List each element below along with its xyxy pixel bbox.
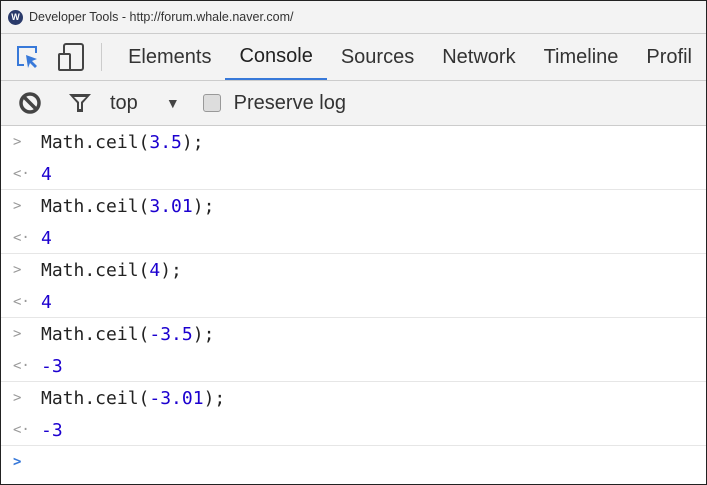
result-line: <· 4	[1, 158, 706, 190]
tab-bar: Elements Console Sources Network Timelin…	[1, 34, 706, 81]
result-value: 4	[41, 163, 52, 185]
console-prompt[interactable]: >	[1, 446, 706, 478]
tab-sources[interactable]: Sources	[327, 34, 428, 80]
input-line: > Math.ceil(3.01);	[1, 190, 706, 222]
tab-network[interactable]: Network	[428, 34, 529, 80]
result-value: -3	[41, 355, 63, 377]
title-bar: W Developer Tools - http://forum.whale.n…	[1, 1, 706, 34]
result-arrow-icon: <·	[13, 230, 30, 246]
input-code: Math.ceil(-3.5);	[41, 324, 214, 345]
input-code: Math.ceil(-3.01);	[41, 388, 225, 409]
divider	[101, 43, 103, 71]
result-line: <· -3	[1, 414, 706, 446]
code-suffix: );	[192, 195, 215, 217]
input-chevron-icon: >	[13, 390, 22, 406]
code-suffix: );	[203, 387, 226, 409]
input-code: Math.ceil(4);	[41, 260, 182, 281]
preserve-log-label: Preserve log	[233, 91, 346, 114]
console-toolbar: top ▼ Preserve log	[1, 81, 706, 126]
code-argument: -3.5	[149, 323, 193, 345]
clear-console-icon[interactable]	[16, 89, 44, 117]
result-value: 4	[41, 227, 52, 249]
input-code: Math.ceil(3.5);	[41, 132, 204, 153]
input-chevron-icon: >	[13, 262, 22, 278]
result-arrow-icon: <·	[13, 166, 30, 182]
code-argument: 4	[149, 259, 161, 281]
result-arrow-icon: <·	[13, 294, 30, 310]
code-prefix: Math.ceil(	[41, 387, 150, 409]
result-arrow-icon: <·	[13, 358, 30, 374]
result-line: <· -3	[1, 350, 706, 382]
whale-logo-icon: W	[8, 9, 23, 25]
devtools-window: W Developer Tools - http://forum.whale.n…	[0, 0, 707, 485]
code-suffix: );	[181, 131, 204, 153]
console-entry: > Math.ceil(3.01); <· 4	[1, 190, 706, 254]
input-line: > Math.ceil(-3.5);	[1, 318, 706, 350]
context-dropdown-arrow-icon[interactable]: ▼	[166, 95, 180, 111]
code-prefix: Math.ceil(	[41, 323, 150, 345]
prompt-chevron-icon: >	[13, 454, 22, 470]
result-arrow-icon: <·	[13, 422, 30, 438]
device-mode-icon[interactable]	[57, 43, 85, 71]
filter-icon[interactable]	[66, 89, 94, 117]
code-suffix: );	[160, 259, 182, 281]
input-line: > Math.ceil(3.5);	[1, 126, 706, 158]
console-entry: > Math.ceil(-3.5); <· -3	[1, 318, 706, 382]
context-selector[interactable]: top	[110, 92, 138, 115]
code-argument: 3.5	[149, 131, 182, 153]
tab-timeline[interactable]: Timeline	[530, 34, 633, 80]
code-argument: 3.01	[149, 195, 193, 217]
code-prefix: Math.ceil(	[41, 131, 150, 153]
input-chevron-icon: >	[13, 326, 22, 342]
input-line: > Math.ceil(4);	[1, 254, 706, 286]
input-chevron-icon: >	[13, 134, 22, 150]
console-entry: > Math.ceil(4); <· 4	[1, 254, 706, 318]
tab-profiles[interactable]: Profil	[632, 34, 706, 80]
input-line: > Math.ceil(-3.01);	[1, 382, 706, 414]
inspect-element-icon[interactable]	[15, 43, 41, 71]
console-entry: > Math.ceil(-3.01); <· -3	[1, 382, 706, 446]
result-value: 4	[41, 291, 52, 313]
result-line: <· 4	[1, 286, 706, 318]
code-argument: -3.01	[149, 387, 204, 409]
tab-console[interactable]: Console	[225, 34, 327, 80]
result-value: -3	[41, 419, 63, 441]
console-output: > Math.ceil(3.5); <· 4 > Math.ceil(3.01); <…	[1, 126, 706, 446]
preserve-log-checkbox[interactable]	[202, 94, 221, 112]
input-chevron-icon: >	[13, 198, 22, 214]
console-entry: > Math.ceil(3.5); <· 4	[1, 126, 706, 190]
code-prefix: Math.ceil(	[41, 195, 150, 217]
window-title: Developer Tools - http://forum.whale.nav…	[29, 10, 294, 24]
input-code: Math.ceil(3.01);	[41, 196, 214, 217]
result-line: <· 4	[1, 222, 706, 254]
code-suffix: );	[192, 323, 215, 345]
tab-elements[interactable]: Elements	[114, 34, 225, 80]
code-prefix: Math.ceil(	[41, 259, 150, 281]
